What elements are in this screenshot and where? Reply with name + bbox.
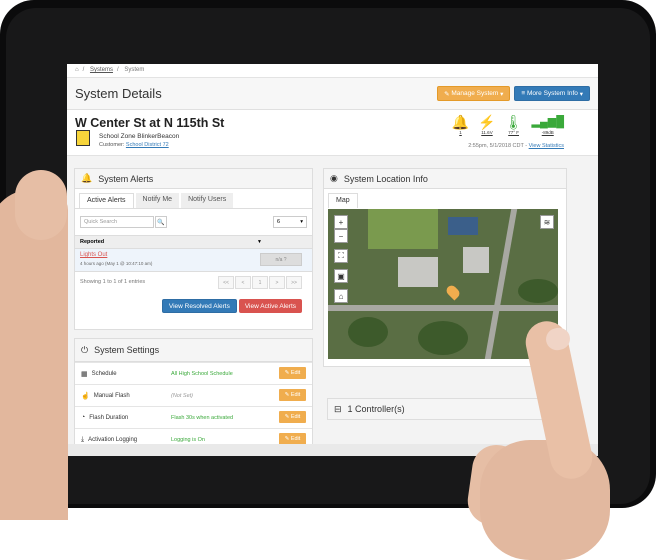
activation-logging-value: Logging is On — [171, 436, 205, 443]
tab-map[interactable]: Map — [328, 193, 358, 208]
map-road-diagonal — [484, 209, 518, 359]
map-road-horizontal — [328, 305, 558, 311]
edit-manual-flash-button[interactable]: ✎ Edit — [279, 389, 306, 401]
system-name: W Center St at N 115th St — [75, 116, 225, 130]
map-trees — [418, 321, 468, 355]
pagination: << < 1 > >> — [217, 276, 302, 289]
alert-title-link[interactable]: Lights Out — [80, 252, 107, 258]
table-row[interactable]: Lights Out 4 hours ago (May 1 @ 10:47:10… — [75, 249, 312, 272]
customer-line: Customer: School District 72 — [99, 142, 169, 148]
alert-bell-icon: 🔔 — [451, 114, 470, 130]
settings-title: System Settings — [94, 345, 160, 355]
flash-duration-value: Flash 30s when activated — [171, 414, 234, 421]
map-building — [463, 247, 489, 273]
tab-notify-me[interactable]: Notify Me — [135, 193, 180, 208]
page-header: System Details ✎ Manage System ▾ ≡ More … — [67, 78, 598, 110]
download-icon: ⤓ — [81, 435, 85, 443]
manual-flash-value: (Not Set) — [171, 392, 194, 399]
calendar-icon: ▦ — [81, 370, 88, 378]
temperature-value[interactable]: 77° F — [508, 130, 519, 135]
page-prev[interactable]: < — [235, 276, 251, 289]
system-alerts-panel: 🔔 System Alerts Active Alerts Notify Me N… — [74, 168, 313, 330]
sort-caret-icon: ▼ — [257, 239, 262, 245]
view-active-alerts-button[interactable]: View Active Alerts — [238, 299, 302, 313]
page-size-select[interactable]: 6 ▾ — [273, 216, 307, 228]
schedule-value: All High School Schedule — [171, 370, 233, 377]
map-trees — [348, 317, 388, 347]
left-hand — [0, 170, 68, 520]
page-last[interactable]: >> — [286, 276, 302, 289]
thermometer-icon: 🌡 — [504, 114, 523, 130]
system-location-marker[interactable] — [444, 283, 462, 301]
chevron-down-icon: ▾ — [300, 219, 303, 225]
breadcrumb: ⌂ / Systems / System — [67, 64, 598, 78]
breadcrumb-systems[interactable]: Systems — [90, 67, 113, 73]
alert-action-button[interactable]: n/a ? — [260, 253, 302, 266]
home-icon[interactable]: ⌂ — [75, 67, 79, 73]
column-reported[interactable]: Reported ▼ — [75, 235, 312, 249]
alerts-title: System Alerts — [98, 173, 154, 184]
page-next[interactable]: > — [269, 276, 285, 289]
controllers-panel[interactable]: ⊟ 1 Controller(s) — [327, 398, 548, 420]
controller-icon: ⊟ — [334, 403, 342, 414]
quick-search-input[interactable]: Quick Search — [80, 216, 154, 228]
map-tennis-court — [448, 217, 478, 235]
school-zone-icon — [76, 130, 90, 146]
clock-icon: ◔ — [81, 414, 86, 421]
power-icon: ⏻ — [81, 344, 89, 355]
tab-notify-users[interactable]: Notify Users — [181, 193, 234, 208]
tab-active-alerts[interactable]: Active Alerts — [79, 193, 134, 208]
search-icon[interactable]: 🔍 — [155, 216, 167, 228]
right-hand — [480, 317, 640, 560]
globe-icon: ◉ — [330, 173, 338, 183]
alert-count[interactable]: 1 — [459, 130, 462, 135]
map-building — [398, 257, 438, 287]
voltage-value[interactable]: 11.6V — [481, 130, 492, 135]
layers-icon[interactable]: ≋ — [540, 215, 554, 229]
view-resolved-alerts-button[interactable]: View Resolved Alerts — [161, 299, 237, 313]
setting-schedule: ▦ Schedule All High School Schedule ✎ Edi… — [75, 362, 312, 384]
map-field — [368, 209, 438, 249]
system-settings-panel: ⏻ System Settings ▦ Schedule All High Scho… — [74, 338, 313, 456]
controllers-label: 1 Controller(s) — [347, 404, 405, 414]
edit-schedule-button[interactable]: ✎ Edit — [279, 367, 306, 379]
manage-system-button[interactable]: ✎ Manage System ▾ — [437, 86, 511, 101]
view-statistics-link[interactable]: View Statistics — [529, 143, 564, 149]
hand-icon: ☝ — [81, 392, 90, 400]
zoom-in-button[interactable]: + — [334, 215, 348, 229]
plug-icon: ⚡ — [478, 114, 496, 130]
system-header: W Center St at N 115th St School Zone Bl… — [67, 110, 598, 156]
fullscreen-icon[interactable]: ⛶ — [334, 249, 348, 263]
alert-time: 4 hours ago (May 1 @ 10:47:10 am) — [80, 261, 153, 266]
setting-manual-flash: ☝ Manual Flash (Not Set) ✎ Edit — [75, 384, 312, 406]
signal-icon: ▂▄▆█ — [531, 116, 564, 128]
bell-icon: 🔔 — [81, 173, 93, 183]
zoom-out-button[interactable]: − — [334, 229, 348, 243]
edit-flash-duration-button[interactable]: ✎ Edit — [279, 411, 306, 423]
page-1[interactable]: 1 — [252, 276, 268, 289]
status-icons: 🔔 1 ⚡ 11.6V 🌡 77° F ▂▄▆█ -89dB — [452, 114, 564, 135]
map-trees — [518, 279, 558, 303]
setting-flash-duration: ◔ Flash Duration Flash 30s when activated… — [75, 406, 312, 428]
system-type: School Zone BlinkerBeacon — [99, 133, 180, 140]
page-first[interactable]: << — [218, 276, 234, 289]
layers-toggle-icon[interactable]: ▣ — [334, 269, 348, 283]
page-title: System Details — [75, 86, 162, 101]
last-updated: 2:55pm, 5/1/2018 CDT - View Statistics — [468, 143, 564, 149]
home-map-icon[interactable]: ⌂ — [334, 289, 348, 303]
more-system-info-button[interactable]: ≡ More System Info ▾ — [514, 86, 590, 101]
entries-info: Showing 1 to 1 of 1 entries — [80, 279, 146, 285]
breadcrumb-current: System — [124, 67, 145, 73]
signal-value[interactable]: -89dB — [542, 130, 554, 135]
location-title: System Location Info — [343, 173, 428, 184]
customer-link[interactable]: School District 72 — [126, 142, 169, 148]
